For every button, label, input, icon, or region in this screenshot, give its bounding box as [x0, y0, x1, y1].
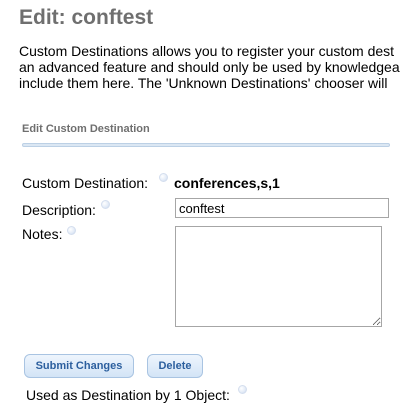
notes-label: Notes:	[22, 226, 63, 242]
page-title: Edit: conftest	[19, 6, 154, 29]
custom-destination-value: conferences,s,1	[174, 175, 280, 191]
notes-textarea[interactable]	[175, 226, 382, 327]
help-icon[interactable]	[238, 385, 247, 394]
custom-destination-label: Custom Destination:	[22, 175, 148, 191]
intro-text: Custom Destinations allows you to regist…	[19, 43, 404, 91]
section-title: Edit Custom Destination	[22, 123, 150, 135]
help-icon[interactable]	[159, 173, 168, 182]
section-divider	[22, 143, 390, 147]
help-icon[interactable]	[101, 200, 110, 209]
custom-destination-label-text: Custom Destination:	[22, 175, 149, 191]
description-label: Description:	[22, 202, 96, 218]
description-input[interactable]	[175, 198, 389, 218]
intro-line-2: an advanced feature and should only be u…	[19, 59, 400, 75]
submit-changes-button[interactable]: Submit Changes	[24, 354, 134, 378]
delete-button[interactable]: Delete	[147, 354, 203, 378]
help-icon[interactable]	[67, 226, 76, 235]
used-as-destination-label: Used as Destination by 1 Object:	[26, 387, 230, 403]
intro-line-3: include them here. The 'Unknown Destinat…	[19, 75, 388, 91]
intro-line-1: Custom Destinations allows you to regist…	[19, 43, 395, 59]
